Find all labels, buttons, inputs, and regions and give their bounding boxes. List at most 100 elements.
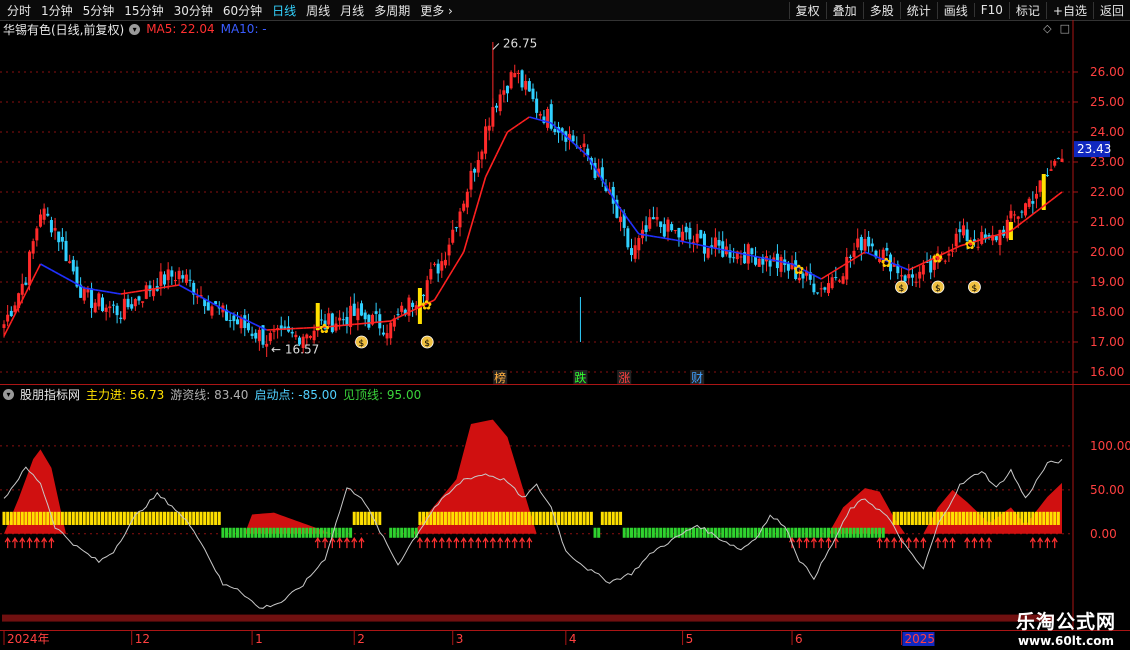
candle-body (816, 292, 820, 294)
ma-segment (860, 251, 866, 255)
price-tick-label: 21.00 (1090, 215, 1124, 229)
yellow-signal-block (473, 511, 477, 525)
ma-segment (481, 176, 487, 190)
price-tick-label: 16.00 (1090, 365, 1124, 379)
ma-segment (525, 116, 530, 121)
ma-segment (142, 289, 147, 292)
candle-body (177, 270, 181, 280)
ma-segment (168, 285, 172, 288)
green-signal-block (411, 527, 415, 538)
candle-body (411, 302, 415, 307)
candle-body (553, 129, 557, 133)
buy-arrow (497, 537, 504, 549)
ma-segment (433, 293, 439, 301)
yellow-signal-block (93, 511, 97, 525)
candlestick-series (2, 42, 1064, 358)
buy-arrow (810, 537, 817, 549)
candle-body (546, 108, 550, 128)
ma-segment (1054, 194, 1059, 199)
yellow-signal-block (101, 511, 105, 525)
candle-body (28, 251, 32, 286)
ma-segment (868, 252, 873, 256)
ma-segment (540, 119, 545, 122)
green-signal-block (272, 527, 276, 538)
green-signal-block (670, 527, 674, 538)
ma-segment (102, 290, 107, 293)
green-signal-block (287, 527, 291, 538)
ma-segment (664, 237, 669, 240)
candle-body (422, 294, 426, 297)
candle-body (272, 330, 276, 332)
yellow-signal-block (1020, 511, 1024, 525)
ma-segment (495, 146, 501, 155)
candle-body (943, 260, 947, 262)
candle-body (126, 298, 130, 308)
candle-body (101, 297, 105, 312)
ma-segment (784, 261, 789, 265)
ma-segment (1050, 196, 1056, 201)
ma-segment (47, 267, 52, 271)
yellow-signal-block (367, 511, 371, 525)
yellow-signal-block (64, 511, 68, 525)
candle-body (480, 151, 484, 160)
green-signal-block (327, 527, 331, 538)
green-signal-block (323, 527, 327, 538)
candle-body (662, 224, 666, 237)
kline-chart-canvas[interactable]: 26.75← 16.57✿✿✿ ✿ ✿✿$ $$ $ $榜跌涨财 26.0025.0024… (0, 0, 1130, 650)
green-signal-block (396, 527, 400, 538)
candle-body (97, 293, 101, 307)
ma-segment (1046, 199, 1052, 204)
yellow-signal-block (1038, 511, 1042, 525)
candle-body (1020, 211, 1024, 213)
ma-segment (116, 292, 121, 295)
watermark: 乐淘公式网 www.60lt.com (1016, 607, 1116, 648)
green-signal-block (863, 527, 867, 538)
yellow-signal-block (1016, 511, 1020, 525)
ma-segment (572, 142, 578, 147)
candle-body (305, 334, 309, 339)
ma-segment (510, 126, 516, 131)
time-tick-label: 3 (456, 632, 464, 646)
yellow-signal-block (951, 511, 955, 525)
candle-body (1049, 169, 1053, 171)
candle-body (57, 231, 61, 243)
yellow-signal-block (619, 511, 623, 525)
yellow-signal-block (17, 511, 21, 525)
green-signal-block (250, 527, 254, 538)
yellow-signal-block (203, 511, 207, 525)
candle-body (746, 244, 750, 264)
yellow-signal-block (921, 511, 925, 525)
yellow-signal-block (1034, 511, 1038, 525)
buy-arrow (986, 537, 993, 549)
candle-body (290, 331, 294, 334)
green-signal-block (830, 527, 834, 538)
candle-body (692, 241, 696, 243)
ma-segment (912, 265, 917, 270)
yellow-signal-block (991, 511, 995, 525)
yellow-signal-block (505, 511, 509, 525)
ma-segment (915, 264, 921, 268)
candle-body (951, 250, 955, 252)
candle-body (531, 88, 535, 100)
candle-body (476, 160, 480, 173)
ma-segment (521, 118, 527, 123)
candle-body (921, 264, 925, 275)
yellow-signal-block (976, 511, 980, 525)
candle-body (509, 72, 513, 89)
yellow-signal-block (914, 511, 918, 525)
candle-body (462, 203, 466, 211)
yellow-signal-block (192, 511, 196, 525)
ma-segment (138, 289, 143, 292)
candle-body (699, 230, 703, 239)
butterfly-icon: ✿ (793, 263, 804, 278)
buy-arrow (460, 537, 467, 549)
candle-body (108, 306, 112, 309)
green-signal-block (870, 527, 874, 538)
yellow-signal-block (119, 511, 123, 525)
buy-arrow (825, 537, 832, 549)
green-signal-block (801, 527, 805, 538)
ma-segment (1007, 230, 1012, 233)
candle-body (20, 283, 24, 295)
candle-body (436, 263, 440, 274)
green-signal-block (772, 527, 776, 538)
